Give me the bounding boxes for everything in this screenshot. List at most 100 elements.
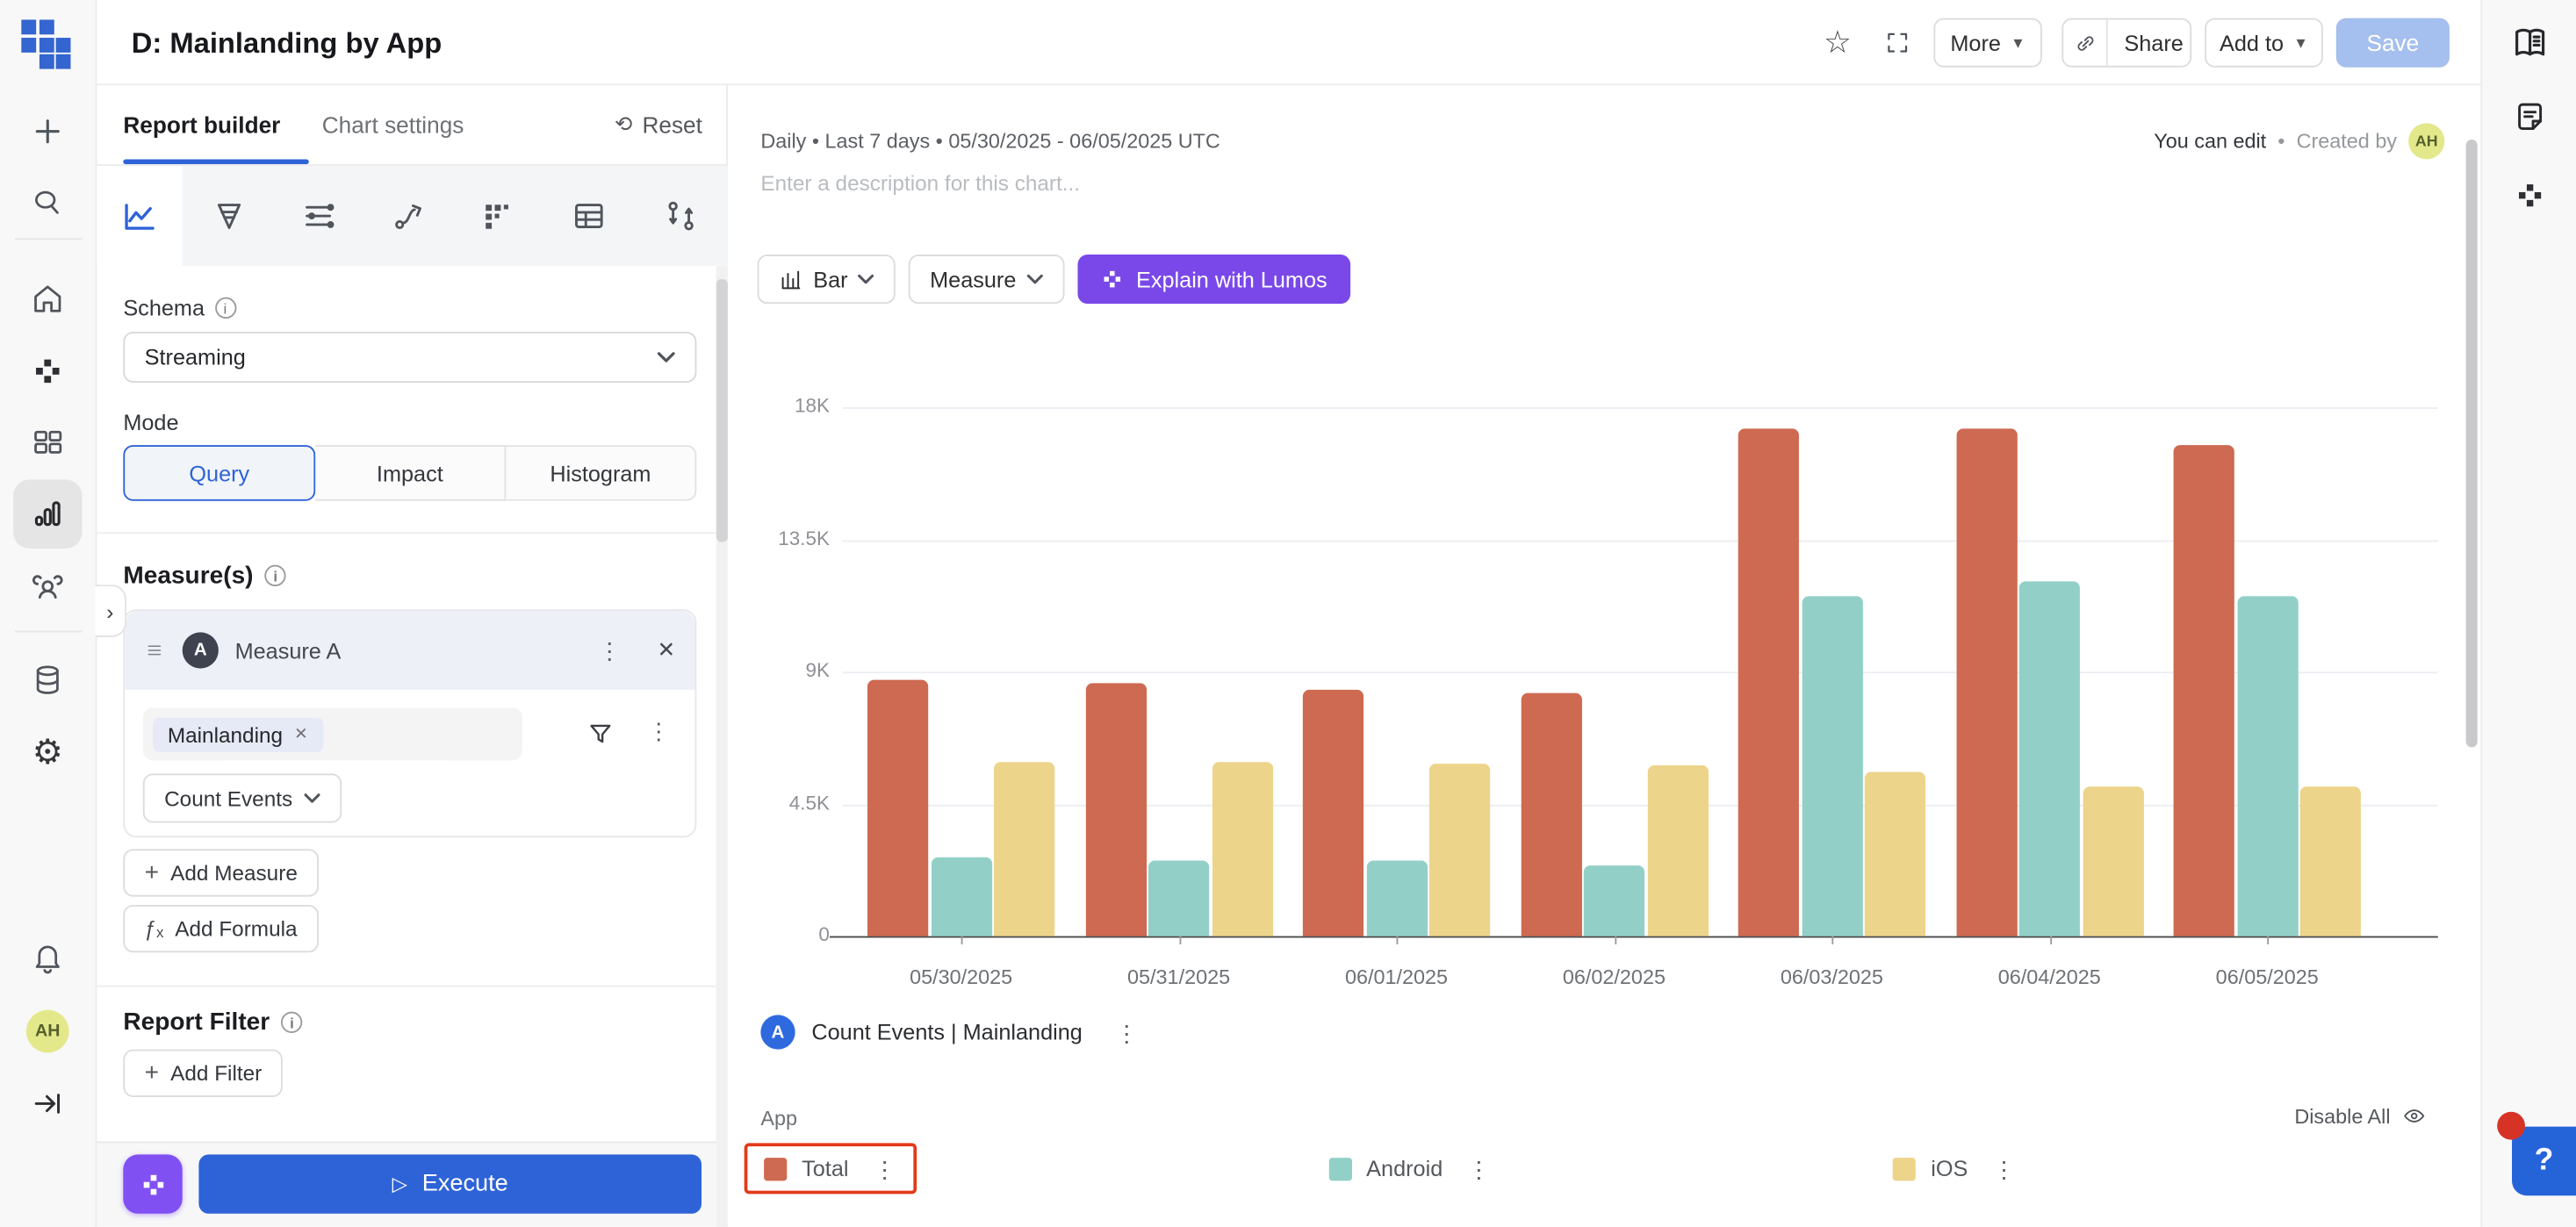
add-formula-button[interactable]: ƒₓ Add Formula — [123, 905, 319, 952]
search-button[interactable] — [30, 185, 66, 221]
notifications-button[interactable] — [30, 939, 66, 975]
user-avatar[interactable]: AH — [26, 1010, 69, 1053]
legend-item-android[interactable]: Android⋮ — [1309, 1143, 1510, 1194]
bar-total-06/05/2025[interactable] — [2174, 446, 2234, 936]
panel-scrollbar-thumb[interactable] — [716, 279, 728, 542]
notes-button[interactable] — [2511, 98, 2547, 134]
docs-button[interactable] — [2509, 23, 2549, 62]
nav-audiences[interactable] — [29, 567, 67, 605]
add-filter-button[interactable]: + Add Filter — [123, 1050, 283, 1097]
drag-handle-icon[interactable] — [145, 641, 164, 660]
bar-total-06/03/2025[interactable] — [1738, 427, 1799, 936]
measure-filter-button[interactable] — [585, 720, 616, 751]
bar-total-06/04/2025[interactable] — [1956, 427, 2017, 936]
date-range-summary[interactable]: Daily • Last 7 days • 05/30/2025 - 06/05… — [760, 130, 1220, 153]
favorite-button[interactable]: ☆ — [1824, 18, 1852, 68]
event-input-field[interactable]: Mainlanding ✕ — [143, 707, 522, 760]
event-chip[interactable]: Mainlanding ✕ — [153, 717, 323, 751]
bar-ios-06/02/2025[interactable] — [1647, 765, 1708, 936]
legend-kebab-icon[interactable]: ⋮ — [1992, 1157, 2015, 1180]
collapse-panel-button[interactable]: › — [96, 585, 127, 637]
bar-ios-05/30/2025[interactable] — [994, 763, 1054, 936]
legend-kebab-icon[interactable]: ⋮ — [1467, 1157, 1490, 1180]
chart-type-table[interactable] — [545, 166, 630, 266]
schema-select[interactable]: Streaming — [123, 332, 696, 383]
chart-type-line[interactable] — [97, 166, 182, 266]
bar-android-06/03/2025[interactable] — [1802, 595, 1862, 936]
nav-lumos[interactable] — [32, 355, 64, 387]
info-icon[interactable]: i — [265, 565, 286, 586]
app-logo[interactable] — [21, 19, 74, 72]
creator-avatar[interactable]: AH — [2408, 123, 2444, 159]
measure-menu-kebab-icon[interactable]: ⋮ — [598, 639, 621, 662]
nav-home[interactable] — [30, 281, 66, 317]
chart-type-funnel[interactable] — [185, 166, 270, 266]
aggregation-select[interactable]: Count Events — [143, 773, 342, 822]
mode-impact[interactable]: Impact — [315, 445, 506, 501]
mode-histogram[interactable]: Histogram — [506, 445, 696, 501]
bar-ios-05/31/2025[interactable] — [1212, 761, 1272, 936]
bar-android-06/01/2025[interactable] — [1366, 860, 1427, 936]
bar-android-06/04/2025[interactable] — [2019, 581, 2080, 936]
bar-ios-06/05/2025[interactable] — [2300, 786, 2361, 936]
legend-item-ios[interactable]: iOS⋮ — [1874, 1143, 2035, 1194]
info-icon[interactable]: i — [214, 298, 235, 319]
main-scrollbar-thumb[interactable] — [2466, 140, 2478, 747]
bar-android-05/30/2025[interactable] — [931, 857, 991, 936]
note-icon — [2511, 98, 2547, 134]
series-legend: A Count Events | Mainlanding ⋮ — [760, 1015, 1138, 1049]
more-button[interactable]: More▼ — [1933, 18, 2041, 68]
execute-button[interactable]: ▷ Execute — [198, 1154, 702, 1213]
disable-all-button[interactable]: Disable All — [2294, 1103, 2426, 1128]
bar-ios-06/03/2025[interactable] — [1865, 771, 1925, 936]
measure-select[interactable]: Measure — [909, 255, 1064, 304]
nav-data[interactable] — [30, 662, 66, 698]
add-measure-button[interactable]: + Add Measure — [123, 849, 319, 896]
bar-total-06/01/2025[interactable] — [1303, 689, 1364, 936]
expand-sidebar-button[interactable] — [31, 1087, 65, 1121]
legend-kebab-icon[interactable]: ⋮ — [874, 1157, 896, 1180]
report-filter-label: Report Filteri — [123, 1008, 302, 1037]
new-item-button[interactable] — [30, 113, 66, 149]
y-tick-label: 0 — [738, 923, 830, 946]
lumos-panel-button[interactable] — [2514, 180, 2545, 212]
copy-link-button[interactable] — [2063, 19, 2108, 65]
fullscreen-button[interactable] — [1882, 18, 1912, 68]
arrow-right-to-line-icon — [31, 1087, 65, 1121]
chart-type-retention[interactable] — [455, 166, 540, 266]
bar-ios-06/04/2025[interactable] — [2083, 786, 2143, 936]
bar-ios-06/01/2025[interactable] — [1429, 764, 1490, 936]
lumos-button[interactable] — [123, 1154, 182, 1213]
event-menu-kebab-icon[interactable]: ⋮ — [647, 720, 670, 743]
mode-query[interactable]: Query — [123, 445, 315, 501]
help-button[interactable]: ? — [2512, 1127, 2576, 1196]
series-menu-kebab-icon[interactable]: ⋮ — [1115, 1021, 1138, 1044]
add-to-button[interactable]: Add to▼ — [2205, 18, 2323, 68]
bar-total-05/30/2025[interactable] — [867, 680, 928, 936]
save-button[interactable]: Save — [2336, 18, 2450, 68]
chart-type-journey[interactable] — [366, 166, 451, 266]
nav-dashboards[interactable] — [30, 424, 66, 460]
chart-type-compare[interactable] — [637, 166, 723, 266]
bar-total-05/31/2025[interactable] — [1085, 684, 1146, 936]
bar-total-06/02/2025[interactable] — [1521, 692, 1581, 936]
chart-description-input[interactable]: Enter a description for this chart... — [760, 171, 1080, 196]
share-split-button[interactable]: Share — [2062, 18, 2191, 68]
chart-type-select[interactable]: Bar — [758, 255, 896, 304]
chart-type-streams[interactable] — [276, 166, 361, 266]
bar-android-06/02/2025[interactable] — [1584, 865, 1644, 936]
nav-settings[interactable]: ⚙ — [32, 733, 63, 772]
reset-button[interactable]: ⟲Reset — [615, 85, 702, 164]
measure-card-header[interactable]: A Measure A ⋮ ✕ — [125, 611, 694, 690]
tab-report-builder[interactable]: Report builder — [123, 85, 280, 164]
bar-android-05/31/2025[interactable] — [1148, 860, 1209, 936]
legend-item-total[interactable]: Total⋮ — [745, 1143, 917, 1194]
tab-chart-settings[interactable]: Chart settings — [322, 85, 464, 164]
info-icon[interactable]: i — [281, 1012, 302, 1033]
nav-charts[interactable] — [30, 496, 66, 532]
bar-android-06/05/2025[interactable] — [2237, 595, 2298, 936]
measure-badge: A — [183, 632, 219, 668]
remove-chip-icon[interactable]: ✕ — [294, 725, 308, 743]
measure-close-icon[interactable]: ✕ — [658, 637, 675, 664]
explain-with-lumos-button[interactable]: Explain with Lumos — [1077, 255, 1350, 304]
